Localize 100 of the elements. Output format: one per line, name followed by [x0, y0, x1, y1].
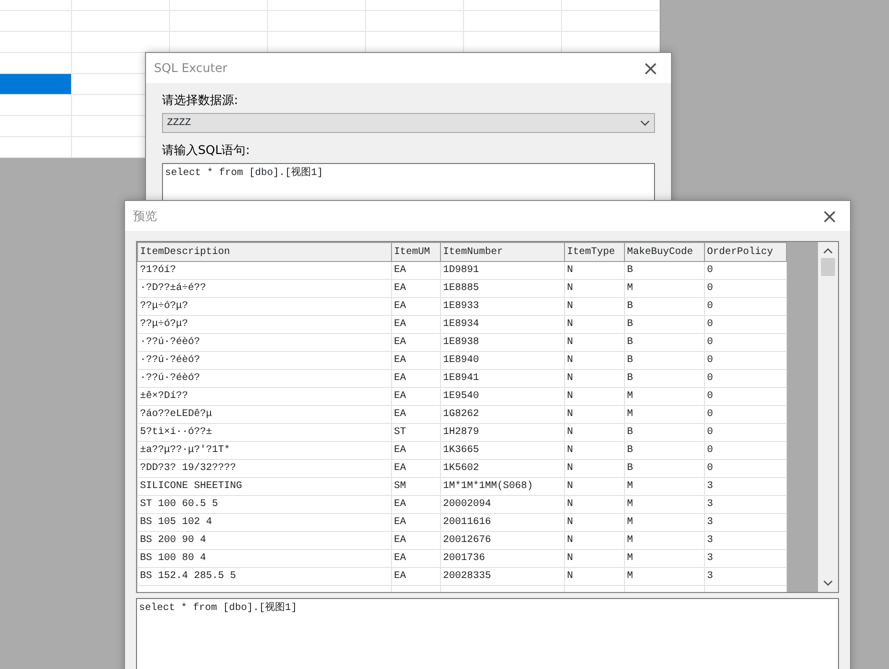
table-cell: 1E9540	[440, 388, 564, 406]
table-cell: 0	[704, 370, 786, 388]
column-header[interactable]: ItemType	[564, 242, 624, 262]
table-cell: EA	[392, 352, 440, 370]
chevron-icon	[640, 120, 650, 126]
table-cell: N	[564, 334, 624, 352]
table-cell: 1E8885	[440, 280, 564, 298]
column-header[interactable]: ItemNumber	[440, 242, 564, 262]
table-cell: 3	[704, 514, 786, 532]
table-cell: N	[564, 352, 624, 370]
table-cell: 20012676	[440, 532, 564, 550]
table-cell: ??μ÷ó?μ?	[138, 298, 392, 316]
column-header[interactable]: MakeBuyCode	[624, 242, 704, 262]
table-cell: N	[564, 478, 624, 496]
table-cell: EA	[392, 262, 440, 280]
table-cell: B	[624, 352, 704, 370]
table-cell: 3	[704, 568, 786, 586]
table-cell: N	[564, 388, 624, 406]
table-cell: 0	[704, 316, 786, 334]
table-cell: 1D9891	[440, 262, 564, 280]
table-cell: M	[624, 568, 704, 586]
table-cell: N	[564, 316, 624, 334]
table-cell: 1G8262	[440, 406, 564, 424]
table-cell: EA	[392, 532, 440, 550]
table-cell: 3	[704, 550, 786, 568]
table-cell: 1H2879	[440, 424, 564, 442]
table-cell: B	[624, 298, 704, 316]
table-cell: N	[564, 406, 624, 424]
table-cell: ?áo??eLEDê?μ	[138, 406, 392, 424]
table-cell: 1E8933	[440, 298, 564, 316]
table-cell: B	[624, 442, 704, 460]
table-cell: 0	[704, 460, 786, 478]
table-cell: BS 105 102 4	[138, 514, 392, 532]
table-cell: M	[624, 478, 704, 496]
table-cell: B	[624, 316, 704, 334]
table-cell: BS 152.4 285.5 5	[138, 568, 392, 586]
close-button[interactable]: ×	[819, 206, 840, 226]
scroll-up-icon[interactable]	[823, 246, 833, 256]
sql-text-area[interactable]: select * from [dbo].[视图1]	[136, 598, 839, 669]
table-cell: 0	[704, 334, 786, 352]
table-cell: SM	[392, 478, 440, 496]
table-cell: B	[624, 262, 704, 280]
table-cell: N	[564, 460, 624, 478]
table-cell: N	[564, 568, 624, 586]
table-cell: ?1?óí?	[138, 262, 392, 280]
sql-input-field[interactable]: select * from [dbo].[视图1]	[162, 163, 655, 203]
table-cell: 1K5602	[440, 460, 564, 478]
table-cell: 3	[704, 478, 786, 496]
table-cell: M	[624, 280, 704, 298]
table-cell: M	[624, 388, 704, 406]
table-cell: ST 100 60.5 5	[138, 496, 392, 514]
table-cell: B	[624, 424, 704, 442]
field-label: 请选择数据源:	[162, 93, 238, 107]
table-cell: 1M*1M*1MM(S068)	[440, 478, 564, 496]
column-header[interactable]: ItemUM	[392, 242, 440, 262]
table-cell: EA	[392, 370, 440, 388]
table-cell: EA	[392, 568, 440, 586]
table-cell: ·??ú·?éèó?	[138, 370, 392, 388]
table-cell: BS 100 80 4	[138, 550, 392, 568]
table-cell: ??μ÷ó?μ?	[138, 316, 392, 334]
table-cell: ·?D??±á÷é??	[138, 280, 392, 298]
table-cell: 0	[704, 388, 786, 406]
table-cell: EA	[392, 334, 440, 352]
scrollbar[interactable]	[818, 242, 838, 592]
table-cell: 2001736	[440, 550, 564, 568]
table-cell: 1E8938	[440, 334, 564, 352]
field-label: 请输入SQL语句:	[162, 143, 250, 157]
table-cell: M	[624, 496, 704, 514]
table-cell: EA	[392, 496, 440, 514]
table-cell: N	[564, 370, 624, 388]
data-source-dropdown[interactable]: ZZZZ	[162, 113, 655, 133]
table-cell: EA	[392, 460, 440, 478]
table-cell: ·??ú·?éèó?	[138, 352, 392, 370]
table-cell: EA	[392, 280, 440, 298]
table-cell: ·??ú·?éèó?	[138, 334, 392, 352]
table-cell: ±ê×?Dí??	[138, 388, 392, 406]
window-title: 预览	[133, 208, 157, 225]
table-cell: 0	[704, 298, 786, 316]
table-cell: B	[624, 370, 704, 388]
table-cell: ST	[392, 424, 440, 442]
table-cell: EA	[392, 550, 440, 568]
column-header[interactable]: ItemDescription	[138, 242, 392, 262]
table-cell: 20028335	[440, 568, 564, 586]
table-cell: ±a??μ??·μ?′?1T*	[138, 442, 392, 460]
table-cell: BS 200 90 4	[138, 532, 392, 550]
table-cell: M	[624, 406, 704, 424]
window-title: SQL Excuter	[154, 60, 228, 77]
table-cell: 0	[704, 262, 786, 280]
column-header[interactable]: OrderPolicy	[704, 242, 786, 262]
table-cell: 0	[704, 442, 786, 460]
table-cell: N	[564, 514, 624, 532]
close-button[interactable]: ×	[640, 58, 661, 78]
table-cell: 0	[704, 424, 786, 442]
table-cell: ?DD?3? 19/32????	[138, 460, 392, 478]
scroll-down-icon[interactable]	[823, 578, 833, 588]
spreadsheet-cell[interactable]	[0, 74, 72, 94]
table-cell: 5?tì×í··ó??±	[138, 424, 392, 442]
table-cell: M	[624, 550, 704, 568]
table-cell: N	[564, 442, 624, 460]
scroll-thumb[interactable]	[821, 258, 835, 276]
